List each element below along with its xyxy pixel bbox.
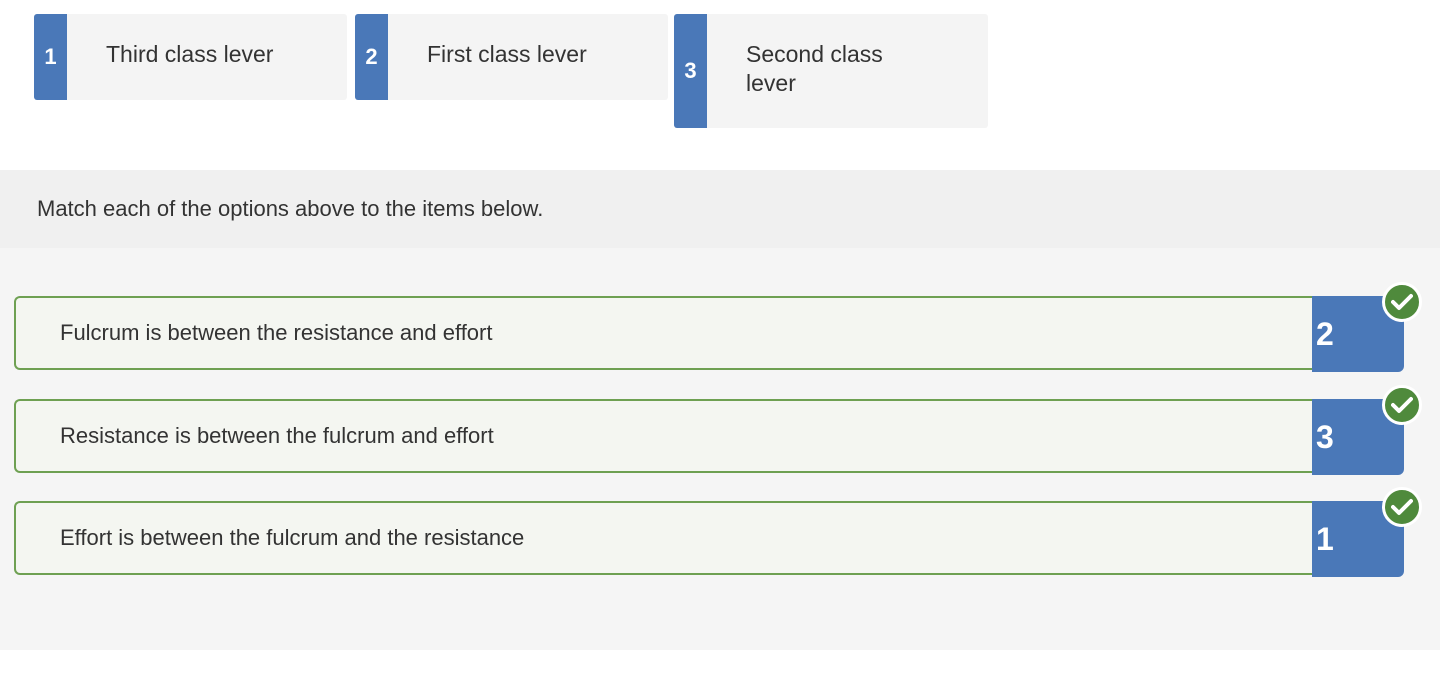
instruction-band: Match each of the options above to the i… xyxy=(0,170,1440,248)
match-item-2: Resistance is between the fulcrum and ef… xyxy=(14,385,1422,475)
instruction-text: Match each of the options above to the i… xyxy=(37,196,544,221)
check-circle-icon xyxy=(1382,487,1422,527)
match-item-box: Fulcrum is between the resistance and ef… xyxy=(14,296,1314,370)
match-item-label: Fulcrum is between the resistance and ef… xyxy=(60,320,493,345)
match-item-label: Effort is between the fulcrum and the re… xyxy=(60,525,525,550)
option-card-2[interactable]: 2 First class lever xyxy=(355,14,668,100)
option-number-badge: 2 xyxy=(355,14,388,100)
option-label: First class lever xyxy=(427,41,587,67)
check-circle-icon xyxy=(1382,385,1422,425)
answers-area: Fulcrum is between the resistance and ef… xyxy=(0,248,1440,650)
option-number-badge: 1 xyxy=(34,14,67,100)
match-item-3: Effort is between the fulcrum and the re… xyxy=(14,487,1422,577)
options-list: 1 Third class lever 2 First class lever … xyxy=(34,14,994,134)
option-number-badge: 3 xyxy=(674,14,707,128)
option-label: Third class lever xyxy=(106,41,274,67)
option-card-3[interactable]: 3 Second class lever xyxy=(674,14,988,128)
match-item-box: Resistance is between the fulcrum and ef… xyxy=(14,399,1314,473)
check-circle-icon xyxy=(1382,282,1422,322)
match-item-1: Fulcrum is between the resistance and ef… xyxy=(14,282,1422,372)
match-item-label: Resistance is between the fulcrum and ef… xyxy=(60,423,494,448)
option-label: Second class lever xyxy=(746,41,883,96)
match-item-box: Effort is between the fulcrum and the re… xyxy=(14,501,1314,575)
option-card-1[interactable]: 1 Third class lever xyxy=(34,14,347,100)
